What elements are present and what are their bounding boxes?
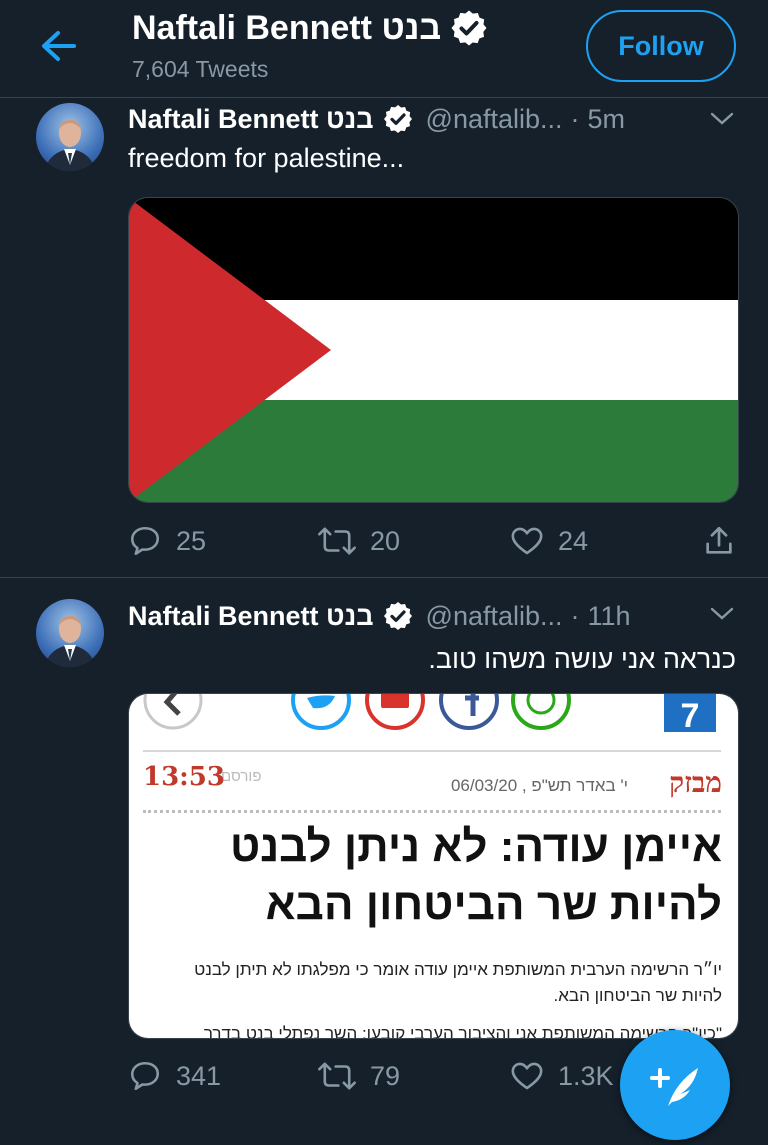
like-count: 1.3K <box>558 1060 614 1091</box>
tweet-count: 7,604 Tweets <box>132 56 269 82</box>
retweet-button[interactable]: 79 <box>318 1056 400 1096</box>
avatar-image <box>44 119 96 171</box>
follow-button[interactable]: Follow <box>586 10 736 82</box>
retweet-icon <box>318 1062 356 1090</box>
retweet-count: 20 <box>370 525 401 556</box>
separator-dot: · <box>570 103 580 134</box>
reply-button[interactable]: 341 <box>128 1056 221 1096</box>
like-button[interactable]: 24 <box>510 521 588 561</box>
like-button[interactable]: 1.3K <box>510 1056 614 1096</box>
compose-tweet-icon <box>650 1068 698 1106</box>
like-count: 24 <box>558 525 589 556</box>
share-icons-row: 7 <box>143 694 716 735</box>
retweet-count: 79 <box>370 1060 401 1091</box>
retweet-button[interactable]: 20 <box>318 521 400 561</box>
breaking-label: מבזק <box>669 766 722 799</box>
article-body-line-1: יו״ר הרשימה הערבית המשותפת איימן עודה או… <box>194 960 722 979</box>
tweet-header: Naftali Bennett בנט @naftalib... · 11h <box>128 598 631 634</box>
tweet-author-handle[interactable]: @naftalib... <box>426 601 563 632</box>
tweet-timestamp[interactable]: 11h <box>588 601 631 632</box>
back-arrow-icon <box>42 31 76 61</box>
back-button[interactable] <box>38 28 80 64</box>
article-headline-line-1: איימן עודה: לא ניתן לבנט <box>229 822 722 871</box>
tweet-media-image[interactable] <box>128 197 739 503</box>
article-body-line-2: להיות שר הביטחון הבא. <box>553 986 723 1005</box>
published-label: פורסם <box>221 768 262 785</box>
profile-title: Naftali Bennett בנט <box>132 8 489 48</box>
tweet-header: Naftali Bennett בנט @naftalib... · 5m <box>128 101 625 137</box>
verified-badge-icon <box>383 105 412 133</box>
reply-count: 25 <box>176 525 207 556</box>
share-icon <box>706 526 732 554</box>
share-button[interactable] <box>702 521 736 561</box>
compose-tweet-button[interactable] <box>620 1030 730 1140</box>
news-article-screenshot: 7 מבזק י' באדר תש"פ , 06/03/20 פורסם 13:… <box>129 694 738 1038</box>
tweet-author-name[interactable]: Naftali Bennett בנט <box>128 601 374 632</box>
separator-dot: · <box>570 600 580 631</box>
dotted-separator <box>143 810 721 813</box>
reply-button[interactable]: 25 <box>128 521 206 561</box>
profile-name: Naftali Bennett בנט <box>132 8 442 47</box>
reply-icon <box>130 526 160 556</box>
article-headline-line-2: להיות שר הביטחון הבא <box>265 880 722 929</box>
verified-badge-icon <box>383 602 412 630</box>
reply-count: 341 <box>176 1060 222 1091</box>
tweet-author-name[interactable]: Naftali Bennett בנט <box>128 104 374 135</box>
tweet-text: כנראה אני עושה משהו טוב. <box>428 644 736 674</box>
like-icon <box>511 527 543 555</box>
avatar-image <box>44 615 96 667</box>
chevron-down-icon[interactable] <box>710 606 734 622</box>
avatar[interactable] <box>36 599 104 667</box>
palestine-flag-image <box>129 198 738 502</box>
article-date: י' באדר תש"פ , 06/03/20 <box>450 776 628 795</box>
article-time: 13:53 <box>143 762 225 792</box>
tweet[interactable]: Naftali Bennett בנט @naftalib... · 5m fr… <box>0 97 768 577</box>
tweet-actions: 25 20 24 <box>128 521 740 561</box>
tweet-media-image[interactable]: 7 מבזק י' באדר תש"פ , 06/03/20 פורסם 13:… <box>128 693 739 1039</box>
verified-badge-icon <box>451 10 487 46</box>
like-icon <box>511 1062 543 1090</box>
reply-icon <box>130 1061 160 1091</box>
tweet-author-handle[interactable]: @naftalib... <box>426 104 563 135</box>
retweet-icon <box>318 527 356 555</box>
news-site-logo-number: 7 <box>681 697 700 735</box>
avatar[interactable] <box>36 103 104 171</box>
tweet-timestamp[interactable]: 5m <box>588 104 626 135</box>
chevron-down-icon[interactable] <box>710 111 734 127</box>
tweet-text: freedom for palestine... <box>128 143 405 173</box>
profile-header: Naftali Bennett בנט 7,604 Tweets Follow <box>0 0 768 98</box>
